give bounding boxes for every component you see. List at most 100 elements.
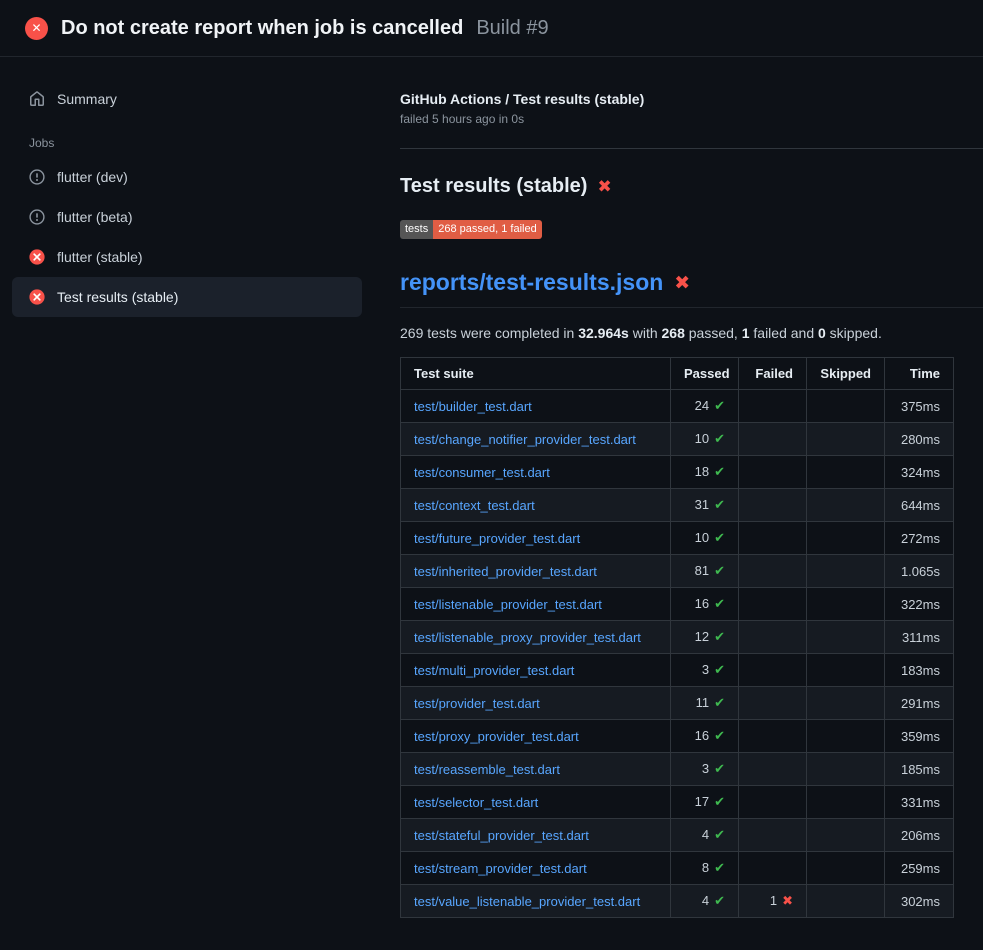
sidebar-item-flutter-beta[interactable]: flutter (beta) — [12, 197, 362, 237]
test-suite-cell: test/provider_test.dart — [401, 687, 671, 720]
test-suite-link[interactable]: test/future_provider_test.dart — [414, 531, 580, 546]
sidebar: Summary Jobs flutter (dev) flutter (beta… — [0, 57, 376, 317]
time-cell: 259ms — [885, 852, 954, 885]
passed-count: 81 — [695, 563, 709, 578]
sidebar-item-label: flutter (beta) — [57, 209, 132, 225]
section-title: Test results (stable) — [400, 175, 587, 198]
test-suite-link[interactable]: test/value_listenable_provider_test.dart — [414, 894, 640, 909]
time-cell: 644ms — [885, 489, 954, 522]
test-suite-link[interactable]: test/change_notifier_provider_test.dart — [414, 432, 636, 447]
test-suite-cell: test/future_provider_test.dart — [401, 522, 671, 555]
failed-cell: 1✖ — [739, 885, 807, 918]
skipped-cell — [807, 621, 885, 654]
test-suite-link[interactable]: test/stream_provider_test.dart — [414, 861, 587, 876]
skipped-cell — [807, 852, 885, 885]
passed-cell: 16 ✔ — [671, 720, 739, 753]
failed-cell — [739, 753, 807, 786]
failed-icon — [29, 249, 45, 265]
test-suite-link[interactable]: test/selector_test.dart — [414, 795, 538, 810]
sidebar-item-label: Test results (stable) — [57, 289, 178, 305]
time-cell: 272ms — [885, 522, 954, 555]
test-suite-cell: test/value_listenable_provider_test.dart — [401, 885, 671, 918]
passed-count: 10 — [695, 530, 709, 545]
passed-cell: 24 ✔ — [671, 390, 739, 423]
skipped-cell — [807, 456, 885, 489]
check-icon: ✔ — [714, 597, 725, 612]
x-icon: ✖ — [674, 272, 690, 294]
failed-cell — [739, 390, 807, 423]
test-suite-cell: test/reassemble_test.dart — [401, 753, 671, 786]
test-suite-link[interactable]: test/multi_provider_test.dart — [414, 663, 574, 678]
time-cell: 291ms — [885, 687, 954, 720]
breadcrumb: GitHub Actions / Test results (stable) — [400, 91, 983, 107]
sidebar-item-flutter-stable[interactable]: flutter (stable) — [12, 237, 362, 277]
passed-cell: 31✔ — [671, 489, 739, 522]
failed-cell — [739, 423, 807, 456]
failed-cell — [739, 621, 807, 654]
sidebar-item-summary[interactable]: Summary — [12, 79, 362, 119]
time-cell: 185ms — [885, 753, 954, 786]
table-row: test/context_test.dart 31✔ 644ms — [401, 489, 954, 522]
test-suite-cell: test/selector_test.dart — [401, 786, 671, 819]
results-table-body: test/builder_test.dart24✔375mstest/chang… — [401, 390, 954, 918]
failed-cell — [739, 522, 807, 555]
passed-cell: 16✔ — [671, 588, 739, 621]
test-suite-link[interactable]: test/reassemble_test.dart — [414, 762, 560, 777]
test-suite-link[interactable]: test/builder_test.dart — [414, 399, 532, 414]
test-suite-link[interactable]: test/provider_test.dart — [414, 696, 540, 711]
report-link[interactable]: reports/test-results.json — [400, 269, 663, 296]
skipped-cell — [807, 687, 885, 720]
table-row: test/multi_provider_test.dart3✔183ms — [401, 654, 954, 687]
test-suite-link[interactable]: test/listenable_provider_test.dart — [414, 597, 602, 612]
sidebar-item-test-results-stable[interactable]: Test results (stable) — [12, 277, 362, 317]
badge-value: 268 passed, 1 failed — [433, 220, 541, 239]
passed-count: 18 — [695, 464, 709, 479]
check-icon: ✔ — [714, 894, 725, 909]
divider — [400, 148, 983, 149]
summary-text: 269 tests were completed in — [400, 325, 578, 341]
sidebar-item-flutter-dev[interactable]: flutter (dev) — [12, 157, 362, 197]
check-icon: ✔ — [714, 531, 725, 546]
passed-count: 24 — [695, 398, 709, 413]
col-header-time: Time — [885, 358, 954, 390]
test-suite-link[interactable]: test/proxy_provider_test.dart — [414, 729, 579, 744]
time-cell: 183ms — [885, 654, 954, 687]
test-suite-link[interactable]: test/context_test.dart — [414, 498, 535, 513]
summary-strong: 0 — [818, 325, 826, 341]
cancelled-icon — [29, 169, 45, 185]
test-suite-cell: test/stateful_provider_test.dart — [401, 819, 671, 852]
failed-status-icon: ✕ — [25, 17, 48, 40]
failed-cell — [739, 489, 807, 522]
main-content: GitHub Actions / Test results (stable) f… — [376, 57, 983, 918]
failed-count: 1 — [770, 893, 777, 908]
test-suite-link[interactable]: test/inherited_provider_test.dart — [414, 564, 597, 579]
passed-count: 3 — [702, 761, 709, 776]
test-suite-link[interactable]: test/listenable_proxy_provider_test.dart — [414, 630, 641, 645]
test-suite-link[interactable]: test/consumer_test.dart — [414, 465, 550, 480]
passed-count: 4 — [702, 827, 709, 842]
failed-cell — [739, 819, 807, 852]
check-icon: ✔ — [714, 729, 725, 744]
check-icon: ✔ — [714, 795, 725, 810]
test-suite-cell: test/inherited_provider_test.dart — [401, 555, 671, 588]
skipped-cell — [807, 786, 885, 819]
passed-cell: 18✔ — [671, 456, 739, 489]
check-icon: ✔ — [714, 399, 725, 414]
time-cell: 280ms — [885, 423, 954, 456]
passed-cell: 17✔ — [671, 786, 739, 819]
table-header-row: Test suite Passed Failed Skipped Time — [401, 358, 954, 390]
test-suite-cell: test/consumer_test.dart — [401, 456, 671, 489]
test-suite-link[interactable]: test/stateful_provider_test.dart — [414, 828, 589, 843]
passed-cell: 12✔ — [671, 621, 739, 654]
passed-count: 16 — [695, 728, 709, 743]
sidebar-item-label: flutter (dev) — [57, 169, 128, 185]
tests-badge: tests 268 passed, 1 failed — [400, 220, 542, 239]
test-suite-cell: test/multi_provider_test.dart — [401, 654, 671, 687]
summary-text: passed, — [685, 325, 742, 341]
test-suite-cell: test/proxy_provider_test.dart — [401, 720, 671, 753]
run-header: ✕ Do not create report when job is cance… — [0, 0, 983, 57]
sidebar-item-label: Summary — [57, 91, 117, 107]
table-row: test/listenable_provider_test.dart16✔322… — [401, 588, 954, 621]
skipped-cell — [807, 885, 885, 918]
passed-cell: 4✔ — [671, 819, 739, 852]
